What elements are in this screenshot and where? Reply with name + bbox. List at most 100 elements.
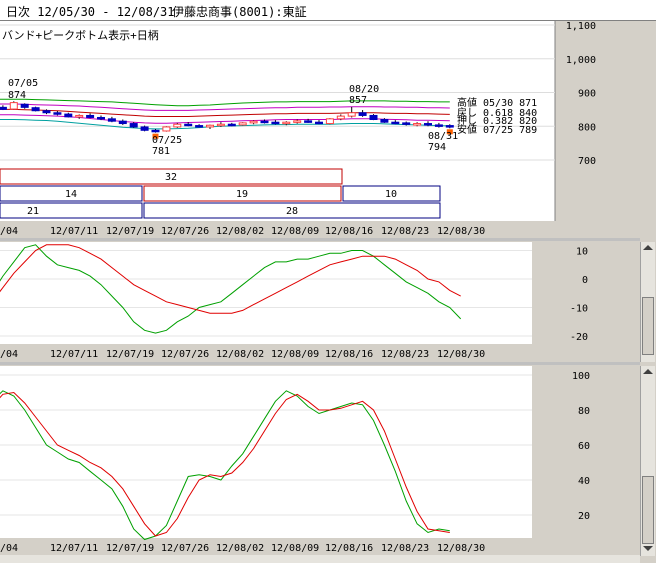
candle-body bbox=[391, 121, 400, 125]
bottom-date-label: 08/31 bbox=[428, 131, 458, 142]
scroll-thumb[interactable] bbox=[642, 476, 654, 544]
candle-body bbox=[0, 106, 7, 110]
y-tick-label: 1,100 bbox=[566, 21, 596, 32]
candle-body bbox=[129, 123, 138, 128]
candle-body bbox=[206, 124, 214, 128]
candle-body bbox=[227, 123, 236, 127]
candle-body bbox=[42, 110, 51, 114]
x-tick-label: 12/08/23 bbox=[381, 226, 429, 237]
panel-splitter[interactable] bbox=[0, 238, 640, 241]
x-tick-label: 12/08/02 bbox=[216, 349, 264, 360]
candle-body bbox=[347, 112, 356, 117]
y-tick-label: 80 bbox=[578, 406, 590, 417]
candle-body bbox=[195, 125, 204, 128]
hibashira-label: 32 bbox=[165, 172, 177, 183]
candle-body bbox=[369, 114, 378, 120]
oscillator-scrollbar[interactable] bbox=[640, 242, 655, 362]
info-low: 安値 07/25 789 bbox=[457, 123, 537, 136]
bottom-value-label: 794 bbox=[428, 142, 446, 153]
candle-body bbox=[64, 113, 73, 118]
hibashira-label: 19 bbox=[236, 189, 248, 200]
candle-body bbox=[424, 123, 432, 126]
y-tick-label: 900 bbox=[578, 89, 596, 100]
candle-body bbox=[402, 122, 411, 125]
peak-date-label: 07/05 bbox=[8, 78, 38, 89]
candle-body bbox=[358, 112, 367, 116]
candle-body bbox=[293, 120, 302, 123]
y-tick-label: 100 bbox=[572, 371, 590, 382]
x-tick-label: 12/08/23 bbox=[381, 543, 429, 554]
bottom-date-label: 07/25 bbox=[152, 135, 182, 146]
candle-body bbox=[162, 126, 171, 132]
x-tick-label: 12/07/26 bbox=[161, 349, 209, 360]
x-tick-label: 12/08/30 bbox=[437, 226, 485, 237]
scroll-up-icon[interactable] bbox=[643, 245, 653, 250]
y-tick-label: 60 bbox=[578, 441, 590, 452]
x-tick-label: 12/07/19 bbox=[106, 226, 154, 237]
price-panel-caption: バンド+ピークボトム表示+日柄 bbox=[2, 28, 159, 42]
candle-body bbox=[413, 123, 422, 126]
candle-body bbox=[86, 114, 95, 118]
candle-body bbox=[53, 112, 62, 115]
candle-body bbox=[184, 123, 193, 127]
x-tick-label: 12/08/09 bbox=[271, 226, 319, 237]
candle-body bbox=[380, 119, 389, 123]
info-box: 高値 05/30 871 戻し 0.618 840 押し 0.382 820 安… bbox=[457, 96, 537, 136]
y-tick-label: 20 bbox=[578, 511, 590, 522]
y-tick-label: 0 bbox=[582, 275, 588, 286]
stochastic-scrollbar[interactable] bbox=[640, 366, 655, 556]
x-tick-label: 12/07/19 bbox=[106, 349, 154, 360]
hibashira-label: 21 bbox=[27, 206, 39, 217]
scroll-thumb[interactable] bbox=[642, 297, 654, 355]
x-tick-label: /04 bbox=[0, 226, 18, 237]
hibashira-label: 14 bbox=[65, 189, 77, 200]
candle-body bbox=[107, 118, 116, 122]
peak-date-label: 08/20 bbox=[349, 84, 379, 95]
x-tick-label: 12/07/26 bbox=[161, 226, 209, 237]
candle-body bbox=[249, 120, 258, 124]
candle-body bbox=[9, 102, 18, 110]
x-tick-label: /04 bbox=[0, 349, 18, 360]
scroll-up-icon[interactable] bbox=[643, 369, 653, 374]
y-tick-label: 40 bbox=[578, 476, 590, 487]
y-tick-label: 800 bbox=[578, 122, 596, 133]
hibashira-label: 28 bbox=[286, 206, 298, 217]
y-tick-label: -20 bbox=[570, 332, 588, 343]
x-tick-label: 12/07/11 bbox=[50, 226, 98, 237]
candle-body bbox=[216, 123, 225, 127]
y-tick-label: 10 bbox=[576, 247, 588, 258]
scroll-down-icon[interactable] bbox=[643, 546, 653, 551]
panel-splitter[interactable] bbox=[0, 362, 640, 365]
candle-body bbox=[238, 122, 247, 126]
candle-body bbox=[140, 126, 149, 131]
x-tick-label: 12/08/16 bbox=[325, 349, 373, 360]
x-tick-label: 12/07/11 bbox=[50, 543, 98, 554]
candle-body bbox=[260, 120, 269, 124]
candle-body bbox=[271, 121, 280, 125]
candle-body bbox=[151, 129, 160, 133]
candle-body bbox=[315, 121, 323, 125]
candle-body bbox=[75, 114, 84, 118]
peak-value-label: 874 bbox=[8, 90, 26, 101]
candle-body bbox=[97, 116, 105, 120]
x-tick-label: 12/08/30 bbox=[437, 349, 485, 360]
x-tick-label: 12/08/09 bbox=[271, 543, 319, 554]
candle-body bbox=[336, 115, 345, 120]
bottom-value-label: 781 bbox=[152, 146, 170, 157]
candle-body bbox=[304, 120, 313, 123]
x-tick-label: 12/08/09 bbox=[271, 349, 319, 360]
x-tick-label: 12/07/11 bbox=[50, 349, 98, 360]
candle-body bbox=[445, 125, 454, 128]
x-tick-label: 12/07/19 bbox=[106, 543, 154, 554]
peak-value-label: 857 bbox=[349, 95, 367, 106]
oscillator-panel bbox=[0, 242, 532, 344]
chart-canvas[interactable]: バンド+ピークボトム表示+日柄 07/05874 08/20857 07/25781… bbox=[0, 0, 656, 563]
x-tick-label: 12/08/30 bbox=[437, 543, 485, 554]
hibashira-label: 10 bbox=[385, 189, 397, 200]
candle-body bbox=[118, 120, 127, 125]
candle-body bbox=[20, 103, 29, 108]
y-tick-label: 700 bbox=[578, 156, 596, 167]
horizontal-scrollbar[interactable] bbox=[0, 555, 640, 563]
y-tick-label: -10 bbox=[570, 304, 588, 315]
x-tick-label: /04 bbox=[0, 543, 18, 554]
